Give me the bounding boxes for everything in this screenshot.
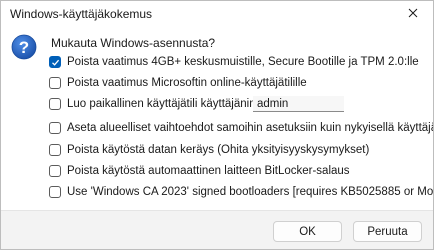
option-label: Aseta alueelliset vaihtoehdot samoihin a…	[67, 122, 434, 134]
checkbox[interactable]	[49, 77, 61, 89]
checkmark-icon	[51, 59, 59, 66]
option-remove-online-account[interactable]: Poista vaatimus Microsoftin online-käytt…	[49, 74, 307, 92]
cancel-button[interactable]: Peruuta	[353, 221, 422, 242]
username-input[interactable]	[253, 96, 344, 112]
option-label: Use 'Windows CA 2023' signed bootloaders…	[67, 186, 434, 198]
option-label: Poista vaatimus Microsoftin online-käytt…	[67, 77, 307, 89]
svg-text:?: ?	[19, 38, 29, 57]
option-remove-hw-requirements[interactable]: Poista vaatimus 4GB+ keskusmuistille, Se…	[49, 53, 419, 71]
dialog-window: Windows-käyttäjäkokemus ? Mukauta Window…	[0, 0, 434, 250]
dialog-heading: Mukauta Windows-asennusta?	[51, 36, 216, 50]
checkbox[interactable]	[49, 144, 61, 156]
option-disable-data-collection[interactable]: Poista käytöstä datan keräys (Ohita yksi…	[49, 141, 369, 159]
close-button[interactable]	[393, 1, 433, 27]
option-label: Poista käytöstä datan keräys (Ohita yksi…	[67, 144, 370, 156]
question-icon: ?	[11, 34, 37, 60]
checkbox-checked[interactable]	[49, 56, 61, 68]
option-label: Luo paikallinen käyttäjätili käyttäjänim…	[67, 98, 280, 110]
option-regional-settings[interactable]: Aseta alueelliset vaihtoehdot samoihin a…	[49, 119, 434, 137]
title-bar[interactable]: Windows-käyttäjäkokemus	[1, 1, 433, 27]
window-title: Windows-käyttäjäkokemus	[10, 7, 153, 21]
dialog-footer: OK Peruuta	[1, 210, 433, 249]
option-disable-bitlocker[interactable]: Poista käytöstä automaattinen laitteen B…	[49, 162, 350, 180]
option-ca2023-bootloaders[interactable]: Use 'Windows CA 2023' signed bootloaders…	[49, 183, 434, 201]
option-label: Poista käytöstä automaattinen laitteen B…	[67, 165, 350, 177]
close-icon	[408, 8, 418, 21]
option-local-account[interactable]: Luo paikallinen käyttäjätili käyttäjänim…	[49, 95, 280, 113]
checkbox[interactable]	[49, 165, 61, 177]
checkbox[interactable]	[49, 122, 61, 134]
ok-button[interactable]: OK	[273, 221, 342, 242]
checkbox[interactable]	[49, 98, 61, 110]
checkbox[interactable]	[49, 186, 61, 198]
option-label: Poista vaatimus 4GB+ keskusmuistille, Se…	[67, 56, 419, 68]
